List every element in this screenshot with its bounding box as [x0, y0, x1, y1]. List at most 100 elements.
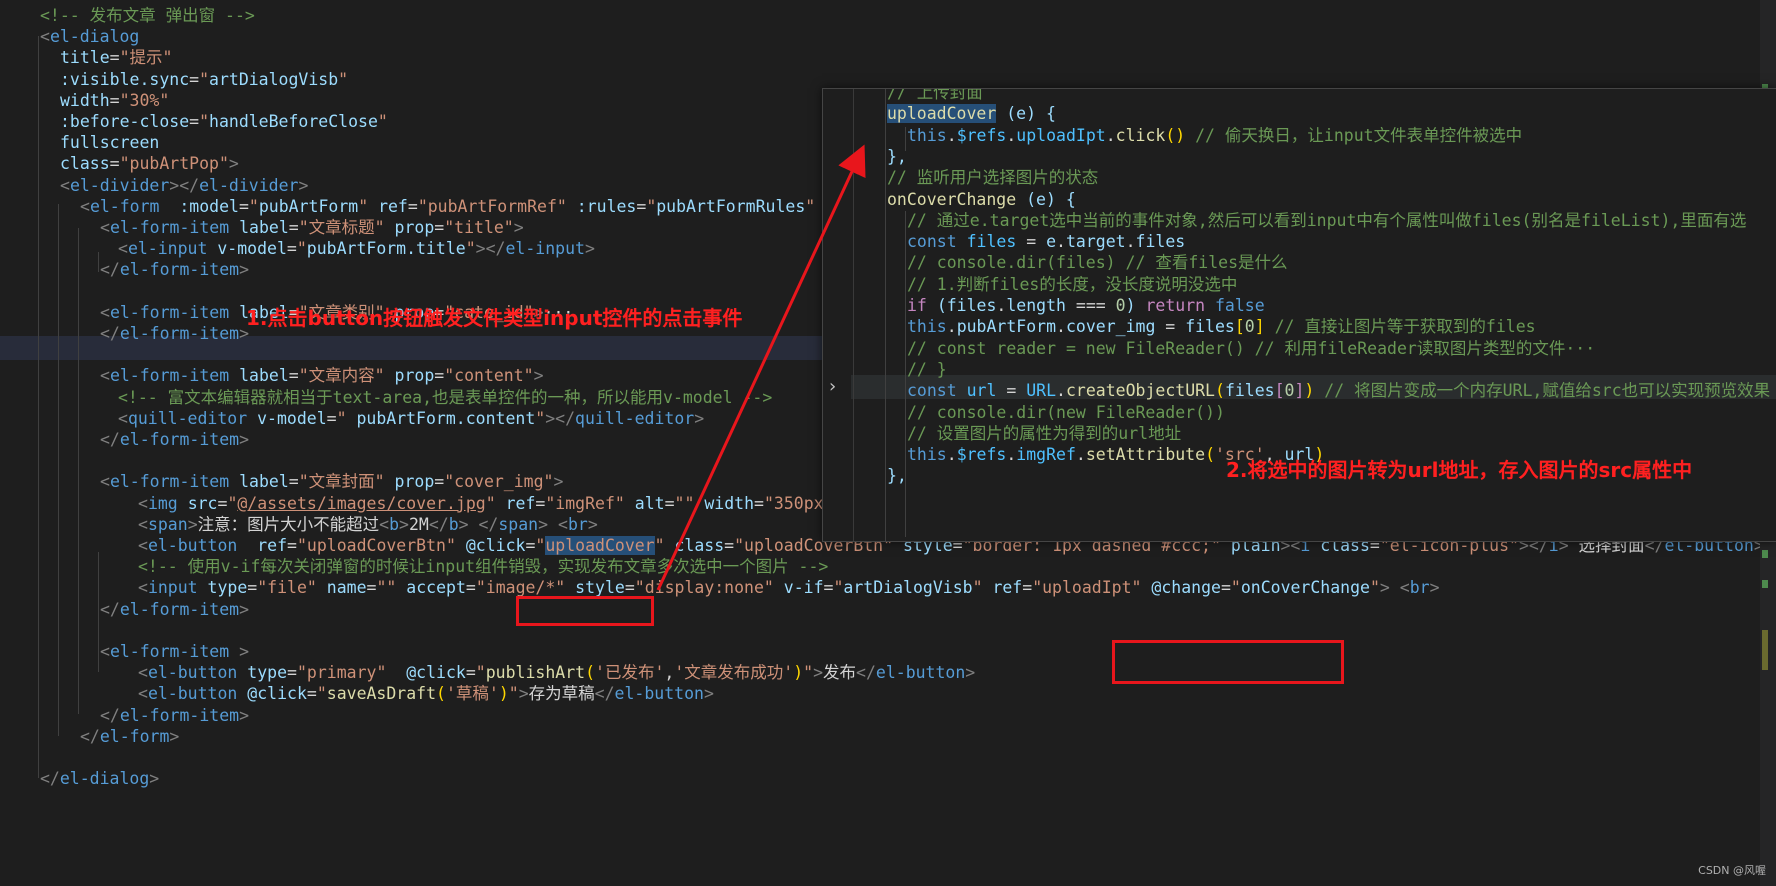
code-token: el-form: [99, 726, 170, 746]
code-token: .: [1056, 317, 1066, 337]
code-token: "file": [257, 578, 317, 598]
code-token: .: [996, 296, 1007, 315]
code-token: prop: [394, 472, 435, 492]
code-token: this: [907, 445, 947, 465]
code-token: (: [1215, 381, 1225, 401]
code-token: >: [1379, 578, 1390, 598]
code-token: ": [535, 536, 546, 555]
code-token: =: [217, 493, 228, 513]
code-token: onCoverChange: [887, 189, 1017, 209]
main-code-line: <input type="file" name="" accept="image…: [138, 576, 1440, 600]
code-token: el-form-item: [109, 218, 230, 237]
code-token: el-form-item: [119, 705, 240, 725]
code-token: .: [946, 317, 957, 337]
main-code-line: </el-form-item>: [100, 428, 249, 452]
chevron-right-icon[interactable]: ›: [829, 375, 836, 399]
code-token: .: [1056, 232, 1066, 252]
code-token: >: [538, 514, 549, 534]
code-token: label: [239, 218, 289, 237]
code-token: el-form-item: [119, 260, 240, 280]
main-code-line: </el-form-item>: [100, 598, 249, 622]
code-token: ></: [545, 408, 576, 428]
code-token: class: [674, 536, 725, 555]
code-token: ": [1230, 578, 1241, 598]
code-token: ": [199, 69, 210, 89]
minimap-marker: [1762, 580, 1768, 588]
code-token: <: [100, 302, 110, 322]
code-token: ": [296, 239, 307, 259]
main-code-line: </el-form-item>: [100, 322, 249, 346]
code-token: =: [288, 366, 299, 386]
code-token: ": [336, 408, 357, 428]
code-token: @click: [247, 684, 307, 704]
code-token: >: [399, 514, 409, 534]
code-token: <: [80, 196, 90, 216]
annotation-step2: 2.将选中的图片转为url地址，存入图片的src属性中: [1226, 458, 1693, 482]
code-token: el-button: [147, 536, 238, 555]
code-token: =: [624, 578, 635, 598]
code-token: ": [227, 493, 238, 513]
code-token: =: [287, 536, 297, 555]
code-token: >: [298, 175, 309, 195]
code-token: >: [584, 239, 595, 259]
code-token: "title": [444, 218, 514, 237]
code-token: pubArtForm.title: [306, 239, 466, 259]
code-token: el-form-item: [109, 302, 230, 322]
code-token: </: [100, 324, 120, 343]
code-token: // 设置图片的属性为得到的url地址: [907, 423, 1182, 443]
popup-code-line: // const reader = new FileReader() // 利用…: [907, 337, 1595, 361]
code-token: ": [833, 578, 844, 598]
code-token: =: [288, 472, 299, 492]
code-token: (: [1205, 445, 1215, 465]
code-token: </: [80, 726, 100, 746]
code-token: >: [187, 514, 198, 534]
code-token: e: [1016, 104, 1027, 124]
code-token: :before-close: [60, 112, 190, 131]
code-token: uploadIpt: [1016, 125, 1106, 145]
code-token: =: [1022, 578, 1033, 598]
code-token: this: [907, 317, 947, 337]
code-token: ": [316, 684, 327, 704]
indent-guide: [38, 36, 39, 778]
code-token: .: [1105, 125, 1116, 145]
code-token: =: [996, 381, 1027, 401]
code-token: ": [358, 196, 369, 216]
code-token: type: [247, 663, 288, 683]
code-token: label: [239, 472, 289, 492]
code-token: "imgRef": [545, 493, 625, 513]
code-token: accept: [406, 578, 466, 598]
code-token: span: [498, 514, 539, 534]
code-token: ref: [992, 578, 1023, 598]
code-token: "": [674, 493, 695, 513]
code-token: el-button: [614, 684, 704, 704]
code-token: ): [1026, 104, 1037, 124]
code-token: ref: [257, 536, 288, 555]
code-token: </: [478, 514, 499, 534]
code-token: .: [946, 125, 957, 145]
code-token: saveAsDraft: [326, 684, 437, 704]
code-token: 存为草稿: [528, 684, 595, 704]
code-token: =: [109, 154, 120, 174]
code-token: =: [664, 493, 675, 513]
code-token: if: [907, 296, 927, 315]
code-token: files: [966, 232, 1017, 252]
code-token: el-input: [505, 239, 585, 259]
code-token: URL: [1026, 381, 1057, 401]
code-token: (: [1006, 104, 1017, 124]
code-token: "": [376, 578, 397, 598]
code-token: setAttribute: [1085, 445, 1206, 465]
code-token: // }: [907, 359, 947, 379]
code-token: "display:none": [634, 578, 774, 598]
code-token: src: [187, 493, 218, 513]
code-token: pubArtForm: [956, 317, 1057, 337]
code-token: fullscreen: [60, 133, 160, 153]
code-token: =: [306, 684, 317, 704]
